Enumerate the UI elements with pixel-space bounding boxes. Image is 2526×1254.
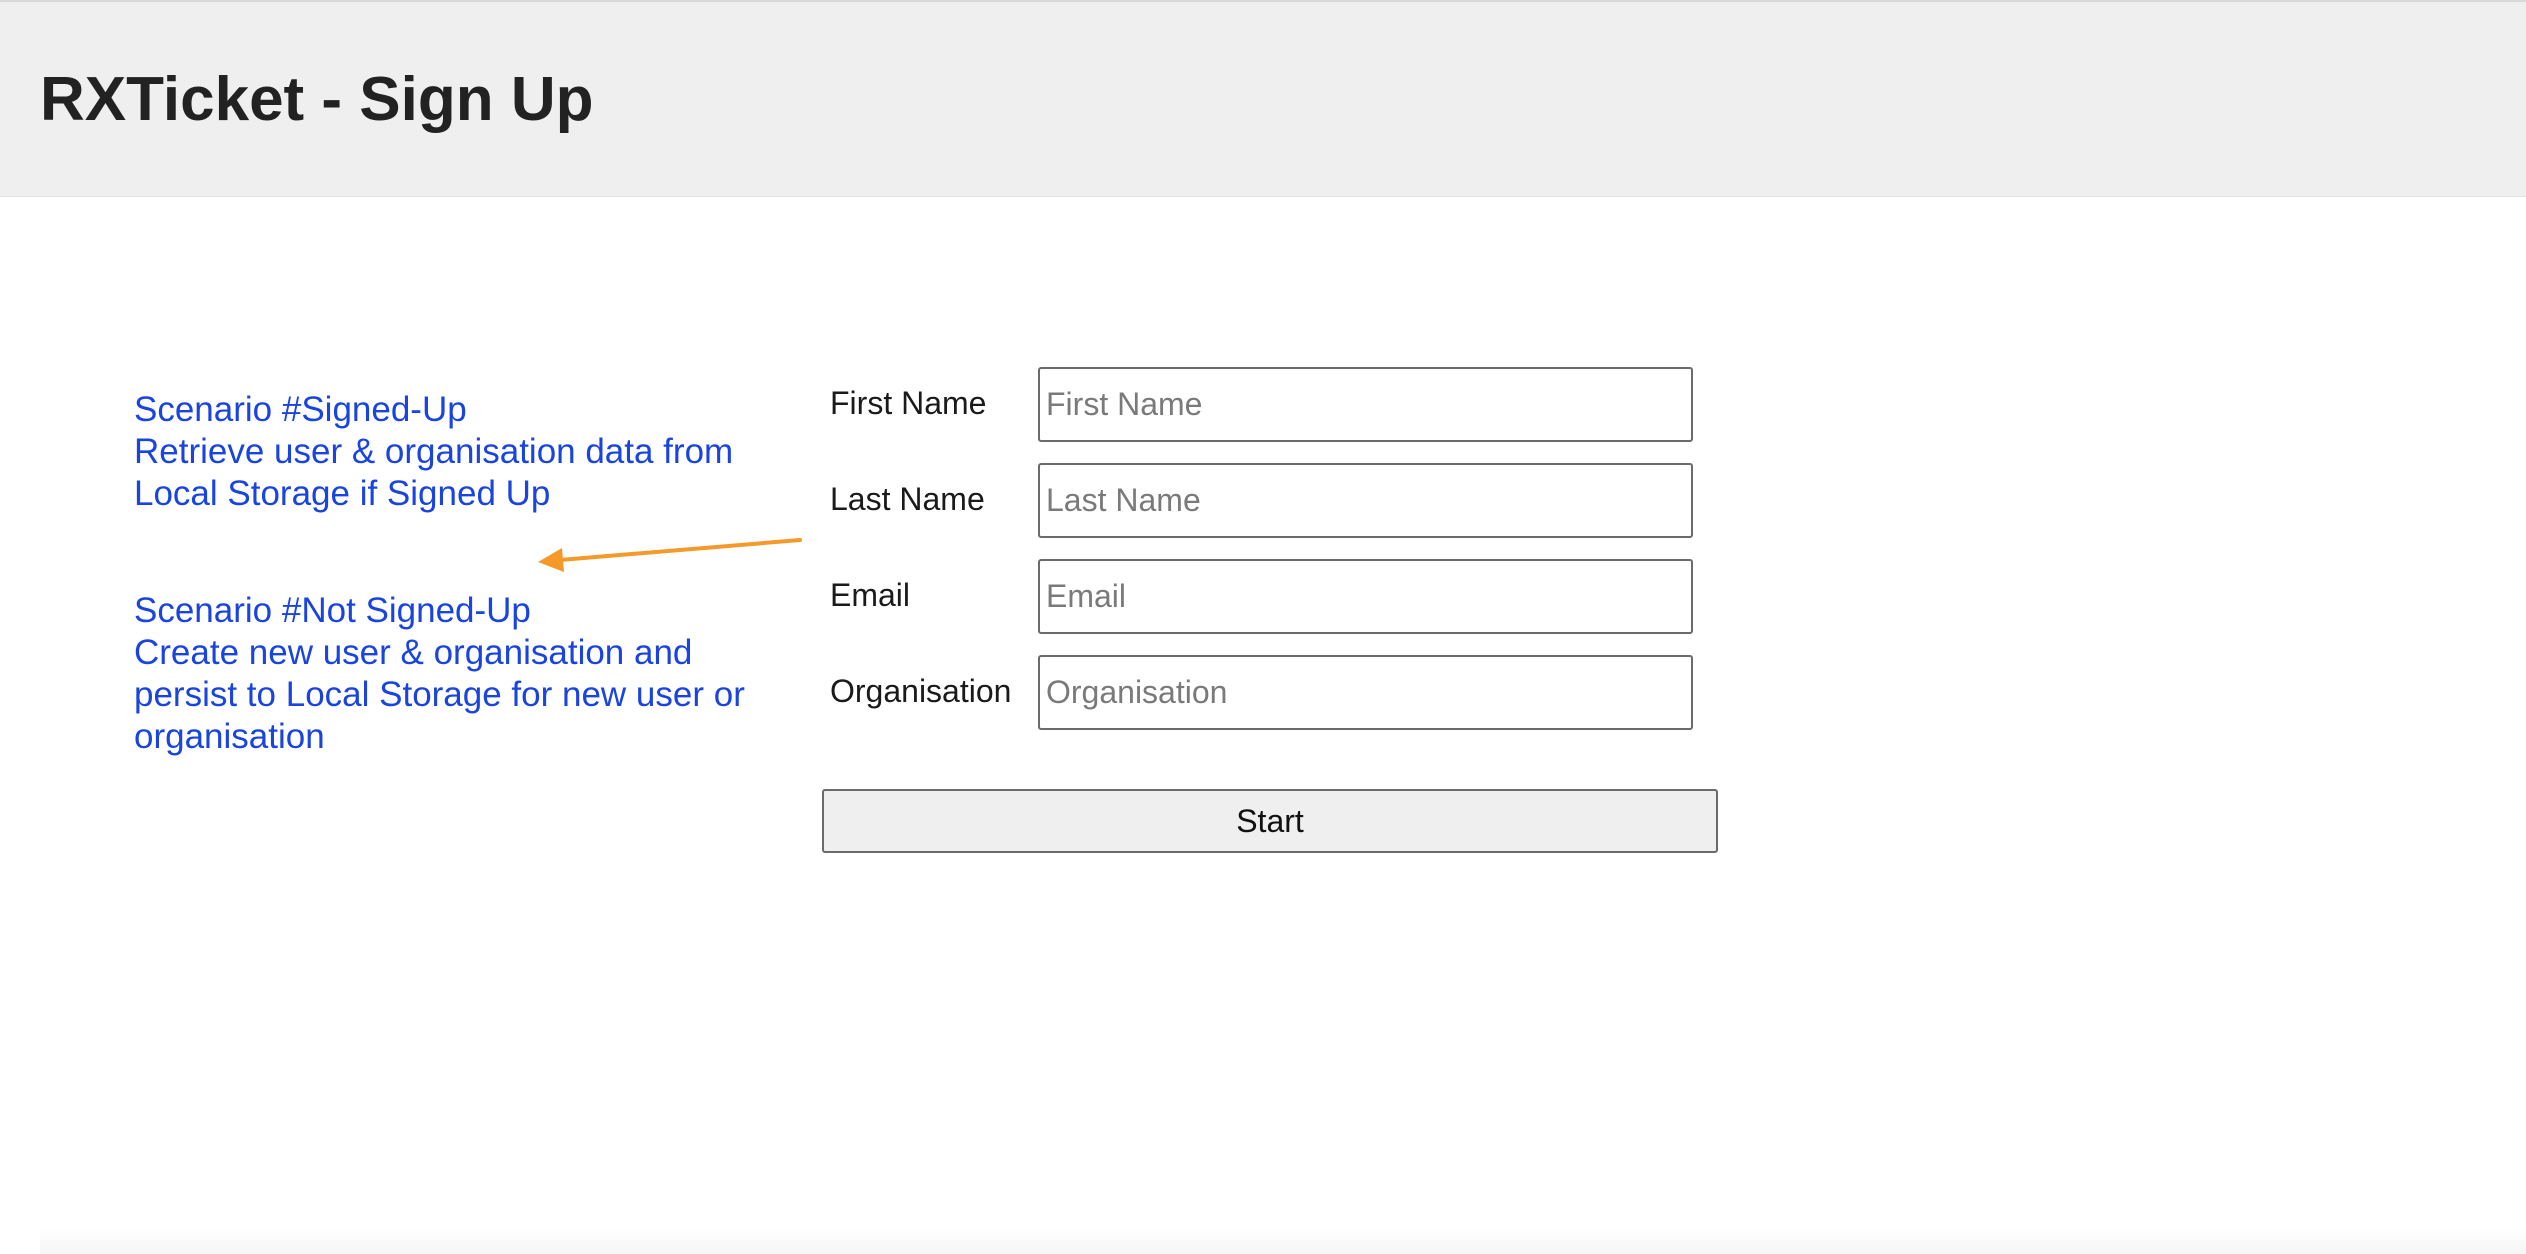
annotation-line: Retrieve user & organisation data from [134,432,734,471]
last-name-label: Last Name [830,481,985,517]
organisation-label: Organisation [830,673,1012,709]
first-name-label: First Name [830,385,987,421]
sign-up-page: RXTicket - Sign Up Scenario #Signed-Up R… [0,0,2526,1254]
page-header: RXTicket - Sign Up [0,0,2526,197]
annotation-not-signed-up: Scenario #Not Signed-Up Create new user … [134,590,774,758]
email-input[interactable] [1038,559,1693,634]
first-name-row: First Name [830,367,1700,442]
annotation-signed-up: Scenario #Signed-Up Retrieve user & orga… [134,389,774,515]
email-label: Email [830,577,911,613]
annotation-line: Create new user & organisation and [134,633,693,672]
page-title: RXTicket - Sign Up [40,65,594,134]
annotation-line: persist to Local Storage for new user or [134,675,745,714]
annotation-line: Scenario #Signed-Up [134,390,467,429]
annotation-line: Scenario #Not Signed-Up [134,591,531,630]
start-button[interactable]: Start [822,789,1718,853]
annotation-line: organisation [134,717,325,756]
bottom-shadow [40,1228,2526,1254]
organisation-input[interactable] [1038,655,1693,730]
last-name-input[interactable] [1038,463,1693,538]
last-name-row: Last Name [830,463,1700,538]
organisation-row: Organisation [830,655,1700,730]
annotation-line: Local Storage if Signed Up [134,474,551,513]
first-name-input[interactable] [1038,367,1693,442]
annotation-arrow-icon [538,538,802,572]
email-row: Email [830,559,1700,634]
